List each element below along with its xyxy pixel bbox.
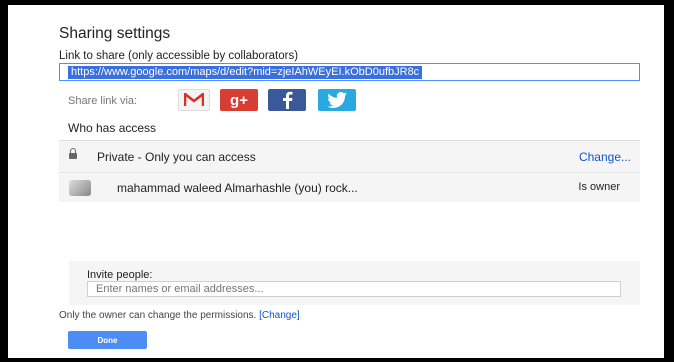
twitter-icon[interactable] (318, 89, 356, 111)
dialog-title: Sharing settings (59, 25, 171, 42)
invite-people-section: Invite people: (69, 261, 640, 305)
google-plus-icon[interactable]: g+ (220, 89, 258, 111)
change-visibility-link[interactable]: Change... (579, 150, 631, 164)
link-label: Link to share (only accessible by collab… (59, 50, 299, 62)
avatar (69, 180, 91, 196)
access-row-owner: mahammad waleed Almarhashle (you) rock..… (59, 172, 640, 202)
share-via-label: Share link via: (68, 95, 138, 107)
permissions-note: Only the owner can change the permission… (59, 310, 300, 321)
owner-name: mahammad waleed Almarhashle (you) rock..… (117, 181, 358, 195)
facebook-icon[interactable] (268, 89, 306, 111)
access-row-visibility: Private - Only you can access Change... (59, 140, 640, 172)
lock-icon (69, 148, 77, 159)
who-has-access-heading: Who has access (68, 121, 157, 135)
visibility-text: Private - Only you can access (97, 150, 256, 164)
invite-input[interactable] (87, 281, 621, 297)
share-link-field[interactable]: https://www.google.com/maps/d/edit?mid=z… (59, 63, 640, 81)
gmail-icon[interactable] (178, 89, 210, 111)
share-link-text[interactable]: https://www.google.com/maps/d/edit?mid=z… (68, 66, 423, 79)
done-button[interactable]: Done (68, 331, 147, 349)
owner-role: Is owner (578, 181, 620, 193)
permissions-note-text: Only the owner can change the permission… (59, 310, 257, 321)
permissions-change-link[interactable]: [Change] (259, 310, 300, 321)
sharing-settings-dialog: Sharing settings Link to share (only acc… (8, 5, 664, 358)
invite-label: Invite people: (87, 269, 153, 281)
